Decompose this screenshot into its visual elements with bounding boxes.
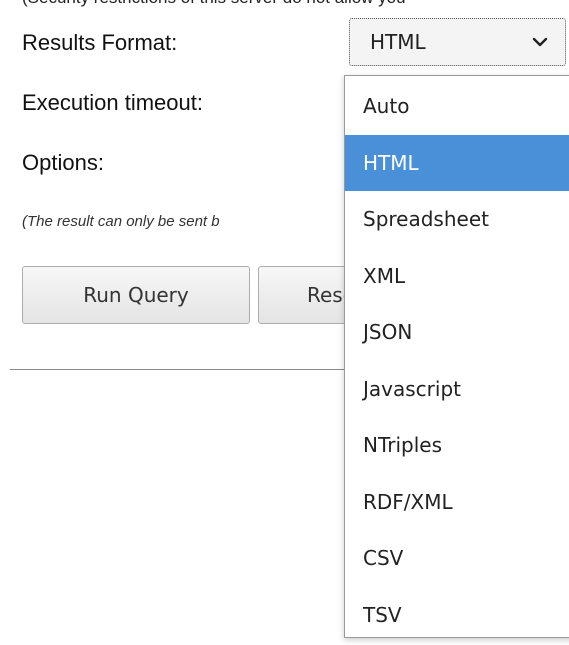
results-format-dropdown-list: Auto HTML Spreadsheet XML JSON Javascript NTri… [344, 75, 569, 638]
results-format-label: Results Format: [22, 30, 178, 55]
format-option-html[interactable]: HTML [345, 134, 569, 191]
options-label: Options: [22, 150, 104, 175]
format-option-auto[interactable]: Auto [345, 78, 569, 135]
format-option-tsv[interactable]: TSV [345, 587, 569, 644]
format-option-csv[interactable]: CSV [345, 530, 569, 587]
results-format-selected-value: HTML [370, 30, 426, 54]
format-option-json[interactable]: JSON [345, 304, 569, 361]
result-note: (The result can only be sent b [22, 213, 220, 230]
format-option-javascript[interactable]: Javascript [345, 361, 569, 418]
run-query-button[interactable]: Run Query [22, 266, 250, 324]
results-format-select[interactable]: HTML [349, 18, 566, 66]
execution-timeout-label: Execution timeout: [22, 90, 203, 115]
format-option-rdf-xml[interactable]: RDF/XML [345, 474, 569, 531]
format-option-xml[interactable]: XML [345, 248, 569, 305]
format-option-spreadsheet[interactable]: Spreadsheet [345, 191, 569, 248]
query-form-page: (Security restrictions of this server do… [0, 0, 569, 645]
security-note: (Security restrictions of this server do… [22, 0, 406, 8]
format-option-ntriples[interactable]: NTriples [345, 417, 569, 474]
chevron-down-icon [531, 33, 549, 51]
run-query-label: Run Query [83, 283, 189, 307]
